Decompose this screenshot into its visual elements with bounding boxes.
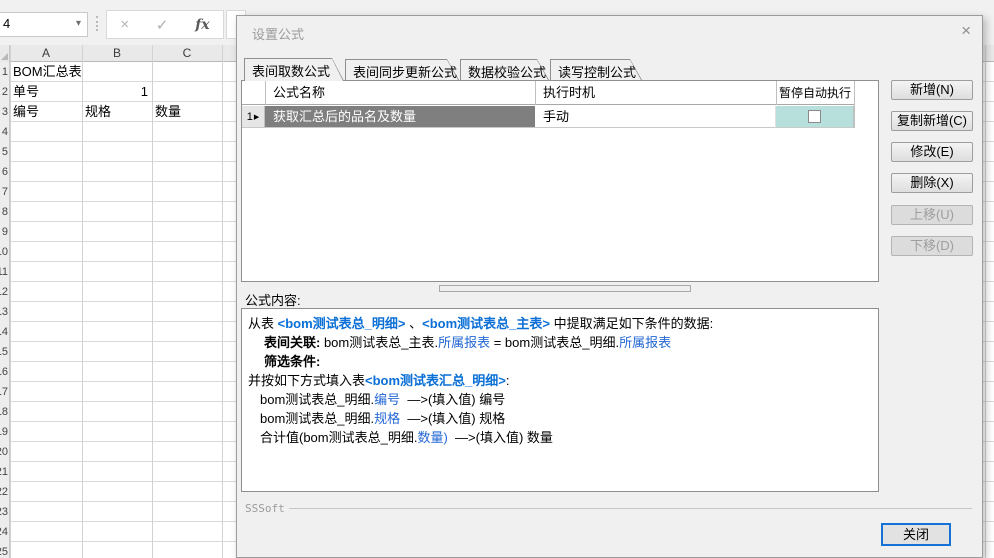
cancel-icon[interactable]: ×: [120, 16, 129, 33]
formula-content-line: 从表 <bom测试表总_明细> 、<bom测试表总_主表> 中提取满足如下条件的…: [248, 316, 714, 331]
tab-sync-update[interactable]: 表间同步更新公式: [345, 59, 459, 80]
move-down-button: 下移(D): [891, 236, 973, 256]
row-index: 1: [246, 110, 253, 123]
name-box[interactable]: 4 ▾: [0, 12, 88, 37]
row-header-cell[interactable]: 5: [0, 142, 9, 162]
row-header-cell[interactable]: 21: [0, 462, 9, 482]
formula-content-line: 并按如下方式填入表<bom测试表汇总_明细>:: [248, 373, 510, 388]
cell-B3[interactable]: 规格: [82, 102, 152, 122]
formula-content-line: bom测试表总_明细.规格 —>(填入值) 规格: [260, 411, 506, 426]
row-header-cell[interactable]: 24: [0, 522, 9, 542]
row-header-cell[interactable]: 13: [0, 302, 9, 322]
grid-line: [265, 81, 266, 105]
formula-list-header-timing: 执行时机: [535, 81, 776, 105]
row-header-cell[interactable]: 3: [0, 102, 9, 122]
row-header-cell[interactable]: 1: [0, 62, 9, 82]
row-header-cell[interactable]: 6: [0, 162, 9, 182]
modify-button[interactable]: 修改(E): [891, 142, 973, 162]
row-header-cell[interactable]: 11: [0, 262, 9, 282]
table-link[interactable]: <bom测试表汇总_明细>: [365, 373, 506, 388]
cell-A2[interactable]: 单号: [10, 82, 82, 102]
field-link[interactable]: 规格: [374, 411, 400, 426]
formula-content-line: bom测试表总_明细.编号 —>(填入值) 编号: [260, 392, 506, 407]
brand-label: SSSoft: [245, 502, 285, 515]
row-header-cell[interactable]: 2: [0, 82, 9, 102]
name-box-dropdown-icon[interactable]: ▾: [76, 18, 81, 29]
insert-function-icon[interactable]: fx: [195, 17, 209, 33]
formula-row[interactable]: 1 ▶ 获取汇总后的品名及数量 手动: [242, 106, 878, 128]
add-button[interactable]: 新增(N): [891, 80, 973, 100]
formula-content-panel[interactable]: 从表 <bom测试表总_明细> 、<bom测试表总_主表> 中提取满足如下条件的…: [241, 308, 879, 492]
table-link[interactable]: <bom测试表总_明细>: [278, 316, 406, 331]
cell-A3[interactable]: 编号: [10, 102, 82, 122]
name-box-value: 4: [3, 16, 11, 31]
grid-line: [535, 81, 536, 105]
column-header-a[interactable]: A: [10, 45, 82, 61]
row-header-cell[interactable]: 23: [0, 502, 9, 522]
row-header-cell[interactable]: 10: [0, 242, 9, 262]
formula-list-header-paused: 暂停自动执行: [776, 81, 854, 105]
formula-paused-cell[interactable]: [776, 106, 854, 128]
row-header-cell[interactable]: 19: [0, 422, 9, 442]
formula-list-header-index: [242, 81, 265, 105]
formula-content-label: 公式内容:: [245, 293, 301, 308]
row-header-cell[interactable]: 7: [0, 182, 9, 202]
row-header-cell[interactable]: 22: [0, 482, 9, 502]
row-header-cell[interactable]: 18: [0, 402, 9, 422]
formula-list: 公式名称 执行时机 暂停自动执行 1 ▶ 获取汇总后的品名及数量 手动: [241, 80, 879, 282]
move-up-button: 上移(U): [891, 205, 973, 225]
select-all-corner[interactable]: [0, 45, 10, 62]
tab-data-validation[interactable]: 数据校验公式: [460, 59, 549, 80]
row-header-cell[interactable]: 20: [0, 442, 9, 462]
grid-line: [222, 45, 223, 558]
formula-content-line: 合计值(bom测试表总_明细.数量) —>(填入值) 数量: [260, 430, 553, 445]
row-header-cell[interactable]: 12: [0, 282, 9, 302]
groupbox-rule: [289, 508, 972, 509]
column-header-b[interactable]: B: [82, 45, 152, 61]
tab-read-write-control[interactable]: 读写控制公式: [550, 59, 642, 80]
tab-cross-table-fetch[interactable]: 表间取数公式: [244, 58, 344, 81]
copy-add-button[interactable]: 复制新增(C): [891, 111, 973, 131]
formula-content-line: 表间关联: bom测试表总_主表.所属报表 = bom测试表总_明细.所属报表: [264, 335, 672, 350]
row-header-cell[interactable]: 17: [0, 382, 9, 402]
cell-B2[interactable]: 1: [82, 82, 152, 102]
row-indicator: 1 ▶: [242, 106, 265, 128]
set-formula-dialog: 设置公式 × 表间取数公式 表间同步更新公式 数据校验公式 读写控制公式 公式名…: [236, 15, 983, 558]
table-link[interactable]: <bom测试表总_主表>: [422, 316, 550, 331]
field-link[interactable]: 所属报表: [619, 335, 671, 350]
formula-name-cell[interactable]: 获取汇总后的品名及数量: [265, 106, 535, 128]
row-header-cell[interactable]: 16: [0, 362, 9, 382]
grid-line: [985, 45, 986, 558]
row-header-column: 1234567891011121314151617181920212223242…: [0, 62, 10, 558]
confirm-icon[interactable]: ✓: [156, 16, 169, 34]
field-link[interactable]: 编号: [374, 392, 400, 407]
dialog-title: 设置公式: [252, 27, 305, 42]
cell-C3[interactable]: 数量: [152, 102, 222, 122]
row-header-cell[interactable]: 4: [0, 122, 9, 142]
row-header-cell[interactable]: 14: [0, 322, 9, 342]
field-link[interactable]: 数量): [417, 430, 447, 445]
row-header-cell[interactable]: 25: [0, 542, 9, 558]
dialog-close-icon[interactable]: ×: [961, 21, 971, 41]
row-header-cell[interactable]: 15: [0, 342, 9, 362]
formula-timing-cell[interactable]: 手动: [535, 106, 776, 128]
formula-bar-buttons: × ✓ fx: [106, 10, 224, 39]
pause-checkbox[interactable]: [808, 110, 821, 123]
close-button[interactable]: 关闭: [881, 523, 951, 546]
horizontal-scrollbar-thumb[interactable]: [439, 285, 691, 292]
cell-A1[interactable]: BOM汇总表: [10, 62, 120, 82]
formula-content-line: 筛选条件:: [264, 354, 321, 369]
row-marker-icon: ▶: [253, 113, 260, 121]
row-header-cell[interactable]: 8: [0, 202, 9, 222]
toolbar-separator: [96, 16, 98, 31]
formula-list-header-name: 公式名称: [265, 81, 535, 105]
delete-button[interactable]: 删除(X): [891, 173, 973, 193]
field-link[interactable]: 所属报表: [438, 335, 490, 350]
grid-line: [776, 81, 777, 105]
row-header-cell[interactable]: 9: [0, 222, 9, 242]
column-header-c[interactable]: C: [152, 45, 222, 61]
